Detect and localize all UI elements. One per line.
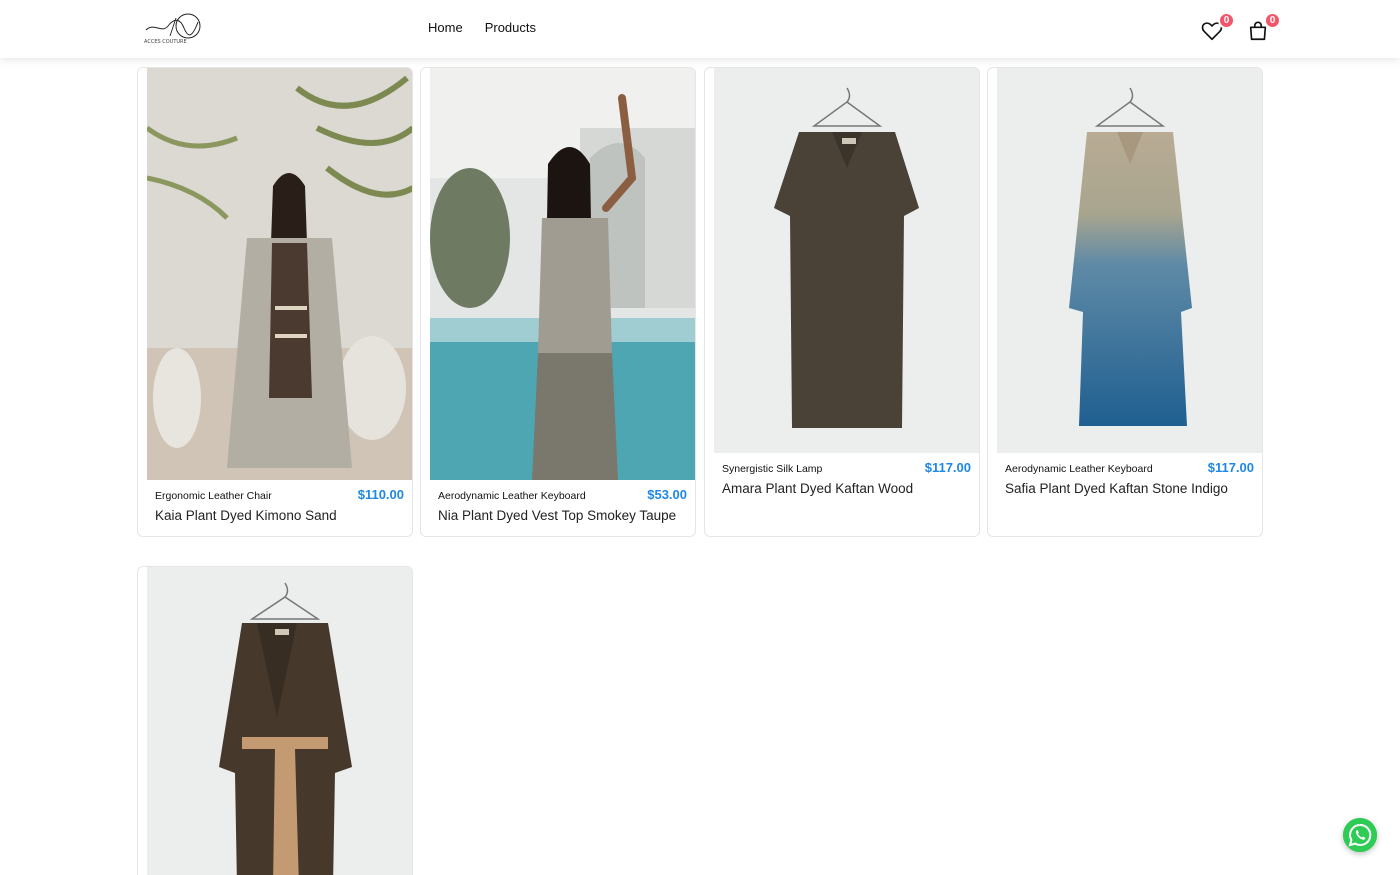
product-image[interactable] xyxy=(147,567,412,875)
product-info: Synergistic Silk Lamp $117.00 Amara Plan… xyxy=(705,453,979,536)
cart-count-badge: 0 xyxy=(1264,12,1281,29)
product-name[interactable]: Safia Plant Dyed Kaftan Stone Indigo xyxy=(1005,481,1228,496)
product-info: Aerodynamic Leather Keyboard $53.00 Nia … xyxy=(421,480,695,536)
product-image[interactable] xyxy=(147,68,412,480)
product-category: Aerodynamic Leather Keyboard xyxy=(438,490,586,502)
main-nav: Home Products xyxy=(428,20,536,35)
product-card[interactable]: Aerodynamic Leather Keyboard $117.00 Saf… xyxy=(987,67,1263,537)
product-card[interactable]: Synergistic Silk Lamp $117.00 Amara Plan… xyxy=(704,67,980,537)
product-name[interactable]: Nia Plant Dyed Vest Top Smokey Taupe xyxy=(438,508,676,523)
product-price: $110.00 xyxy=(357,487,404,502)
product-price: $117.00 xyxy=(924,460,971,475)
wishlist-count-badge: 0 xyxy=(1218,12,1235,29)
product-info: Ergonomic Leather Chair $110.00 Kaia Pla… xyxy=(138,480,412,536)
nav-products-link[interactable]: Products xyxy=(485,20,536,35)
product-image[interactable] xyxy=(997,68,1262,453)
logo-text: ACCES COUTURE xyxy=(144,39,187,45)
product-name[interactable]: Amara Plant Dyed Kaftan Wood xyxy=(722,481,913,496)
product-info: Aerodynamic Leather Keyboard $117.00 Saf… xyxy=(988,453,1262,536)
product-image[interactable] xyxy=(714,68,979,453)
product-card[interactable]: Ergonomic Leather Chair $110.00 Kaia Pla… xyxy=(137,67,413,537)
whatsapp-chat-button[interactable] xyxy=(1343,818,1377,852)
whatsapp-icon xyxy=(1343,818,1377,852)
product-card[interactable] xyxy=(137,566,413,875)
cart-button[interactable]: 0 xyxy=(1247,12,1281,42)
nav-home-link[interactable]: Home xyxy=(428,20,463,35)
wishlist-button[interactable]: 0 xyxy=(1201,12,1235,42)
product-category: Synergistic Silk Lamp xyxy=(722,463,823,475)
product-image[interactable] xyxy=(430,68,695,480)
product-name[interactable]: Kaia Plant Dyed Kimono Sand xyxy=(155,508,337,523)
product-card[interactable]: Aerodynamic Leather Keyboard $53.00 Nia … xyxy=(420,67,696,537)
product-price: $53.00 xyxy=(647,487,687,502)
product-price: $117.00 xyxy=(1207,460,1254,475)
product-category: Aerodynamic Leather Keyboard xyxy=(1005,463,1153,475)
product-category: Ergonomic Leather Chair xyxy=(155,490,272,502)
site-header: ACCES COUTURE Home Products 0 0 xyxy=(0,0,1400,58)
brand-logo[interactable]: ACCES COUTURE xyxy=(140,8,204,48)
